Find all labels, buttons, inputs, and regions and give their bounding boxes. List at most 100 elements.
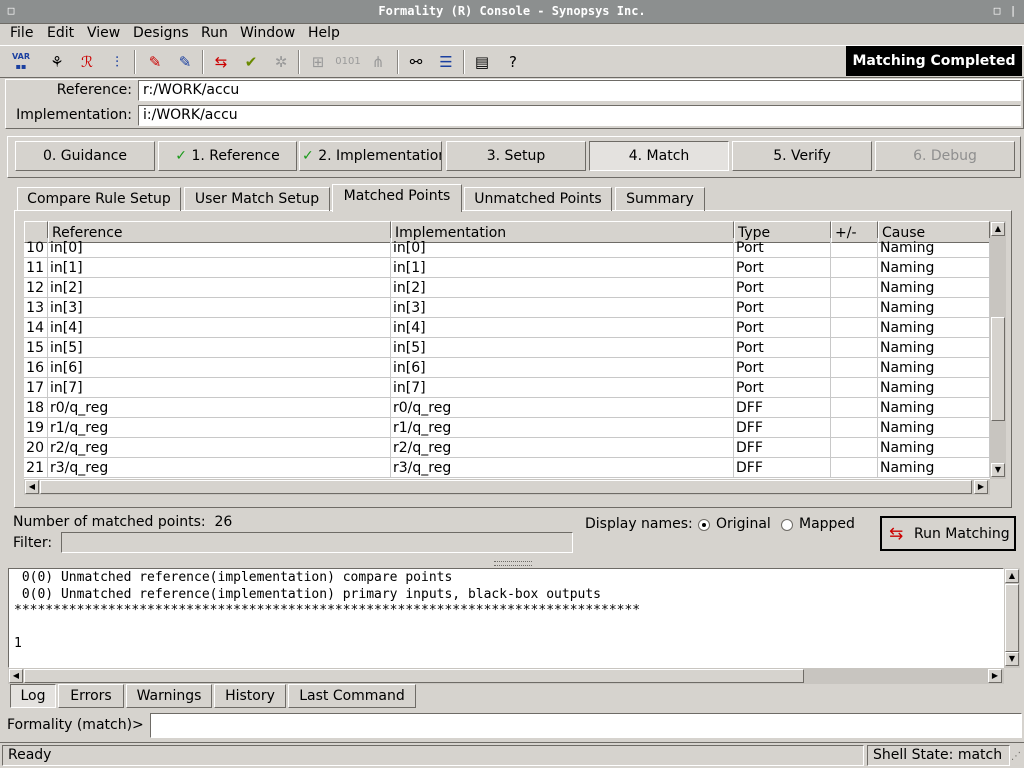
cause-cell: Naming <box>878 438 990 458</box>
run-matching-button[interactable]: ⇆ Run Matching <box>880 516 1016 551</box>
table-row[interactable]: 14 in[4] in[4] Port Naming <box>24 318 990 338</box>
cone-icon[interactable]: ⋔ <box>365 49 391 75</box>
table-row[interactable]: 12 in[2] in[2] Port Naming <box>24 278 990 298</box>
find-icon[interactable]: ⚯ <box>403 49 429 75</box>
impl-tree-icon[interactable]: ⫶ <box>104 49 130 75</box>
binary-icon[interactable]: 0101 <box>335 49 361 75</box>
menu-edit[interactable]: Edit <box>47 25 74 41</box>
type-cell: Port <box>734 358 831 378</box>
command-input[interactable] <box>150 713 1022 738</box>
step-match[interactable]: 4. Match <box>589 141 729 171</box>
plus-minus-cell <box>831 438 878 458</box>
menu-run[interactable]: Run <box>201 25 228 41</box>
log-vscrollbar[interactable]: ▲ ▼ <box>1004 568 1020 668</box>
help-icon[interactable]: ? <box>500 49 526 75</box>
table-scroll-thumb[interactable] <box>991 317 1005 421</box>
table-row[interactable]: 19 r1/q_reg r1/q_reg DFF Naming <box>24 418 990 438</box>
list-icon[interactable]: ☰ <box>433 49 459 75</box>
table-row[interactable]: 21 r3/q_reg r3/q_reg DFF Naming <box>24 458 990 478</box>
table-hscroll-thumb[interactable] <box>40 480 972 494</box>
table-row[interactable]: 16 in[6] in[6] Port Naming <box>24 358 990 378</box>
log-scroll-thumb[interactable] <box>1005 584 1019 652</box>
log-hscroll-thumb[interactable] <box>24 669 804 683</box>
menu-window[interactable]: Window <box>240 25 295 41</box>
tab-last-command[interactable]: Last Command <box>288 684 416 708</box>
check-icon: ✓ <box>302 148 314 164</box>
reference-field[interactable]: r:/WORK/accu <box>138 80 1021 101</box>
close-icon[interactable]: | <box>1006 5 1020 19</box>
scroll-left-icon[interactable]: ◀ <box>25 480 39 494</box>
menu-view[interactable]: View <box>87 25 120 41</box>
maximize-icon[interactable]: □ <box>990 5 1004 19</box>
resize-grip-icon[interactable]: ⋰ <box>1011 751 1023 765</box>
table-hscrollbar[interactable]: ◀ ▶ <box>24 479 990 495</box>
cause-cell: Naming <box>878 398 990 418</box>
window-menu-icon[interactable]: □ <box>4 5 18 19</box>
erase-impl-icon[interactable]: ✎ <box>172 49 198 75</box>
radio-mapped[interactable] <box>781 519 793 531</box>
menu-designs[interactable]: Designs <box>133 25 189 41</box>
step-reference[interactable]: ✓ 1. Reference <box>158 141 297 171</box>
radio-original-label[interactable]: Original <box>716 516 771 532</box>
radio-mapped-label[interactable]: Mapped <box>799 516 855 532</box>
table-row[interactable]: 10 in[0] in[0] Port Naming <box>24 238 990 258</box>
step-setup[interactable]: 3. Setup <box>446 141 586 171</box>
radio-original[interactable] <box>698 519 710 531</box>
scroll-right-icon[interactable]: ▶ <box>988 669 1002 683</box>
status-right-panel: Shell State: match <box>867 745 1010 766</box>
splitter-grip[interactable] <box>494 561 532 566</box>
menu-help[interactable]: Help <box>308 25 340 41</box>
schematic-icon[interactable]: ⊞ <box>305 49 331 75</box>
log-hscrollbar[interactable]: ◀ ▶ <box>8 668 1004 684</box>
reference-cell: in[1] <box>48 258 391 278</box>
title-bar: Formality (R) Console - Synopsys Inc. □ … <box>0 0 1024 24</box>
display-names-label: Display names: <box>585 516 693 532</box>
scroll-up-icon[interactable]: ▲ <box>991 222 1005 236</box>
table-row[interactable]: 18 r0/q_reg r0/q_reg DFF Naming <box>24 398 990 418</box>
table-row[interactable]: 13 in[3] in[3] Port Naming <box>24 298 990 318</box>
table-vscrollbar[interactable]: ▲ ▼ <box>990 221 1006 479</box>
menu-file[interactable]: File <box>10 25 33 41</box>
report-icon[interactable]: ▤ <box>469 49 495 75</box>
var-icon[interactable]: VAR ▪▪ <box>8 49 34 75</box>
tab-log[interactable]: Log <box>10 684 56 708</box>
log-output: 0(0) Unmatched reference(implementation)… <box>8 568 1004 668</box>
scroll-down-icon[interactable]: ▼ <box>1005 652 1019 666</box>
debug-icon[interactable]: ✲ <box>268 49 294 75</box>
ref-design-icon[interactable]: ℛ <box>74 49 100 75</box>
scroll-up-icon[interactable]: ▲ <box>1005 569 1019 583</box>
plus-minus-cell <box>831 298 878 318</box>
filter-label: Filter: <box>13 535 53 551</box>
scroll-down-icon[interactable]: ▼ <box>991 463 1005 477</box>
implementation-cell: r0/q_reg <box>391 398 734 418</box>
tab-errors[interactable]: Errors <box>58 684 124 708</box>
tab-history[interactable]: History <box>214 684 286 708</box>
tab-unmatched-points[interactable]: Unmatched Points <box>464 187 612 211</box>
step-verify[interactable]: 5. Verify <box>732 141 872 171</box>
erase-ref-icon[interactable]: ✎ <box>142 49 168 75</box>
tab-matched-points[interactable]: Matched Points <box>332 184 462 212</box>
ref-tree-icon[interactable]: ⚘ <box>44 49 70 75</box>
tab-summary[interactable]: Summary <box>615 187 705 211</box>
scroll-left-icon[interactable]: ◀ <box>9 669 23 683</box>
step-debug[interactable]: 6. Debug <box>875 141 1015 171</box>
table-row[interactable]: 15 in[5] in[5] Port Naming <box>24 338 990 358</box>
table-row[interactable]: 17 in[7] in[7] Port Naming <box>24 378 990 398</box>
tab-warnings[interactable]: Warnings <box>126 684 212 708</box>
implementation-cell: in[1] <box>391 258 734 278</box>
match-icon[interactable]: ⇆ <box>208 49 234 75</box>
verify-icon[interactable]: ✔ <box>238 49 264 75</box>
table-row[interactable]: 11 in[1] in[1] Port Naming <box>24 258 990 278</box>
step-guidance[interactable]: 0. Guidance <box>15 141 155 171</box>
step-implementation[interactable]: ✓ 2. Implementation <box>299 141 442 171</box>
cause-cell: Naming <box>878 298 990 318</box>
scroll-right-icon[interactable]: ▶ <box>974 480 988 494</box>
row-number: 17 <box>24 378 48 398</box>
filter-input[interactable] <box>61 532 573 553</box>
tab-user-match-setup[interactable]: User Match Setup <box>184 187 330 211</box>
row-number: 13 <box>24 298 48 318</box>
implementation-field[interactable]: i:/WORK/accu <box>138 105 1021 126</box>
tab-compare-rule-setup[interactable]: Compare Rule Setup <box>17 187 181 211</box>
table-row[interactable]: 20 r2/q_reg r2/q_reg DFF Naming <box>24 438 990 458</box>
